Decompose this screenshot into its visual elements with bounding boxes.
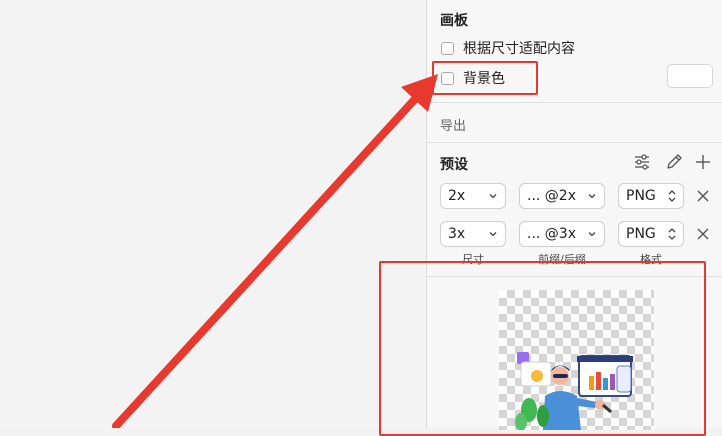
arrow-shaft: [112, 94, 420, 428]
annotation-arrow: [112, 74, 438, 428]
